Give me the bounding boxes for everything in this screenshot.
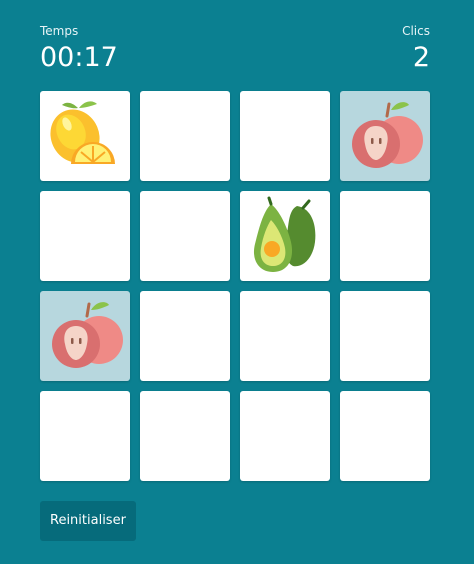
reset-button[interactable]: Reinitialiser (40, 501, 136, 541)
clicks-stat: Clics 2 (402, 24, 430, 76)
memory-card-4[interactable] (340, 91, 430, 181)
clicks-value: 2 (412, 42, 430, 73)
memory-card-8[interactable] (340, 191, 430, 281)
avocado-icon (253, 196, 316, 272)
memory-card-2[interactable] (140, 91, 230, 181)
memory-card-14[interactable] (140, 391, 230, 481)
memory-card-3[interactable] (240, 91, 330, 181)
time-label: Temps (40, 24, 79, 38)
memory-card-10[interactable] (140, 291, 230, 381)
memory-card-15[interactable] (240, 391, 330, 481)
time-stat: Temps 00:17 (40, 24, 118, 76)
memory-card-9[interactable] (40, 291, 130, 381)
apple-icon (352, 102, 423, 168)
memory-card-13[interactable] (40, 391, 130, 481)
memory-card-11[interactable] (240, 291, 330, 381)
memory-card-16[interactable] (340, 391, 430, 481)
memory-card-5[interactable] (40, 191, 130, 281)
memory-card-7[interactable] (240, 191, 330, 281)
memory-card-6[interactable] (140, 191, 230, 281)
game-board (40, 91, 430, 481)
memory-card-12[interactable] (340, 291, 430, 381)
time-value: 00:17 (40, 42, 118, 73)
apple-icon (52, 302, 123, 368)
memory-card-1[interactable] (40, 91, 130, 181)
lemon-icon (50, 101, 115, 164)
clicks-label: Clics (402, 24, 430, 38)
